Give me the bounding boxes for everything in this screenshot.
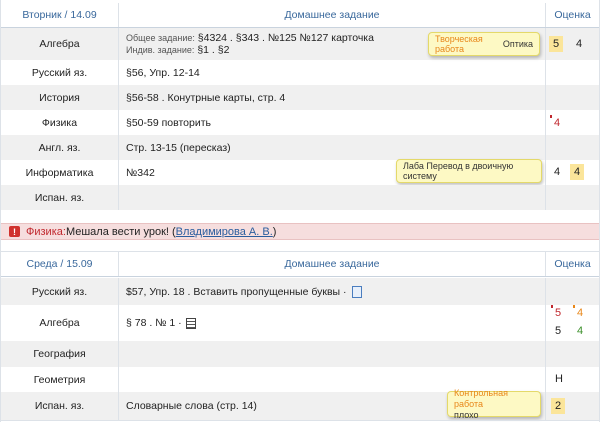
subject-name: Русский яз. — [1, 60, 119, 85]
grade-tick — [550, 115, 552, 118]
homework-cell: §56-58 . Конутрные карты, стр. 4 — [119, 85, 546, 110]
subject-name: История — [1, 85, 119, 110]
grade-cell — [546, 185, 599, 210]
table-row: Русский яз. §56, Упр. 12-14 — [1, 60, 599, 85]
day-date: Среда / 15.09 — [1, 252, 119, 276]
grade-mark[interactable]: 5 — [555, 325, 561, 337]
table-row: Испан. яз. Словарные слова (стр. 14) Кон… — [1, 387, 599, 420]
alert-icon: ! — [9, 226, 20, 237]
grade-mark[interactable]: 4 — [554, 166, 560, 178]
subject-name: Геометрия — [1, 367, 119, 392]
homework-cell: Стр. 13-15 (пересказ) — [119, 135, 546, 160]
subject-name: География — [1, 341, 119, 367]
table-row: Русский яз. $57, Упр. 18 . Вставить проп… — [1, 278, 599, 305]
subject-name: Испан. яз. — [1, 392, 119, 420]
hw-general-value: §4324 . §343 . №125 №127 карточка — [197, 32, 374, 44]
grade-mark[interactable]: 4 — [570, 164, 584, 180]
homework-cell: $57, Упр. 18 . Вставить пропущенные букв… — [119, 278, 546, 305]
subject-name: Алгебра — [1, 28, 119, 60]
hw-individual-label: Индив. задание: — [126, 45, 195, 55]
subject-name: Испан. яз. — [1, 185, 119, 210]
homework-cell — [119, 341, 546, 367]
alert-close-paren: ) — [272, 225, 277, 238]
grade-mark[interactable]: 4 — [554, 117, 560, 129]
grade-cell — [546, 60, 599, 85]
attachment-icon[interactable] — [185, 317, 196, 329]
alert-subject: Физика: — [26, 225, 66, 238]
behavior-alert: ! Физика: Мешала вести урок! ( Владимиро… — [1, 223, 599, 240]
grade-tick — [551, 305, 553, 308]
grade-cell — [546, 341, 599, 367]
grade-header: Оценка — [554, 258, 591, 270]
subject-name: Русский яз. — [1, 278, 119, 305]
grade-mark[interactable]: 4 — [576, 38, 582, 50]
grade-mark[interactable]: 5 — [555, 307, 561, 319]
work-tooltip: Творческая работа Оптика — [428, 32, 540, 56]
grade-cell — [546, 305, 599, 341]
homework-cell: § 78 . № 1 · — [119, 305, 546, 341]
hw-text: $57, Упр. 18 . Вставить пропущенные букв… — [126, 285, 347, 298]
subject-name: Информатика — [1, 160, 119, 185]
grade-header: Оценка — [554, 9, 591, 21]
grade-cell — [546, 85, 599, 110]
tooltip-work-kind: Творческая работа — [435, 34, 483, 54]
day-date: Вторник / 14.09 — [1, 3, 119, 27]
tooltip-work-kind: Контрольная работа — [454, 387, 508, 409]
hw-text: § 78 . № 1 · — [126, 317, 182, 329]
grade-mark[interactable]: 4 — [577, 325, 583, 337]
work-tooltip: Лаба Перевод в двоичную систему — [396, 159, 542, 183]
table-row: Информатика №342 Лаба Перевод в двоичную… — [1, 159, 599, 185]
table-row: Алгебра Общее задание: §4324 . §343 . №1… — [1, 28, 599, 60]
grade-mark[interactable]: 4 — [577, 307, 583, 319]
grade-mark[interactable]: Н — [555, 373, 563, 385]
table-row: Физика §50-59 повторить 4 — [1, 110, 599, 135]
tooltip-work-topic: плохо — [454, 409, 479, 420]
subject-name: Англ. яз. — [1, 135, 119, 160]
table-row: Испан. яз. — [1, 185, 599, 210]
subject-name: Алгебра — [1, 305, 119, 341]
hw-general-label: Общее задание: — [126, 33, 195, 43]
table-row: Англ. яз. Стр. 13-15 (пересказ) — [1, 135, 599, 160]
tooltip-work-topic: Оптика — [502, 39, 533, 49]
day-header: Вторник / 14.09 Домашнее задание Оценка — [1, 3, 599, 28]
homework-cell — [119, 185, 546, 210]
homework-cell: §50-59 повторить — [119, 110, 546, 135]
alert-message: Мешала вести урок! ( — [65, 225, 176, 238]
grade-mark[interactable]: 2 — [551, 398, 565, 414]
teacher-link[interactable]: Владимирова А. В. — [176, 226, 273, 238]
homework-header: Домашнее задание — [119, 3, 546, 27]
day-header: Среда / 15.09 Домашнее задание Оценка — [1, 252, 599, 277]
work-tooltip: Контрольная работа плохо — [447, 387, 541, 420]
homework-header: Домашнее задание — [119, 252, 546, 276]
table-row: История §56-58 . Конутрные карты, стр. 4 — [1, 85, 599, 110]
grade-cell — [546, 135, 599, 160]
hw-individual-value: §1 . §2 — [197, 44, 230, 56]
table-row: Алгебра § 78 . № 1 · 5 4 5 4 — [1, 305, 599, 341]
homework-cell: §56, Упр. 12-14 — [119, 60, 546, 85]
document-icon[interactable] — [351, 285, 362, 298]
diary-page: Вторник / 14.09 Домашнее задание Оценка … — [0, 0, 600, 422]
grade-mark[interactable]: 5 — [549, 36, 563, 52]
grade-cell — [546, 367, 599, 392]
grade-tick — [573, 305, 575, 308]
subject-name: Физика — [1, 110, 119, 135]
divider — [1, 420, 599, 421]
grade-cell — [546, 278, 599, 305]
table-row: География — [1, 341, 599, 367]
